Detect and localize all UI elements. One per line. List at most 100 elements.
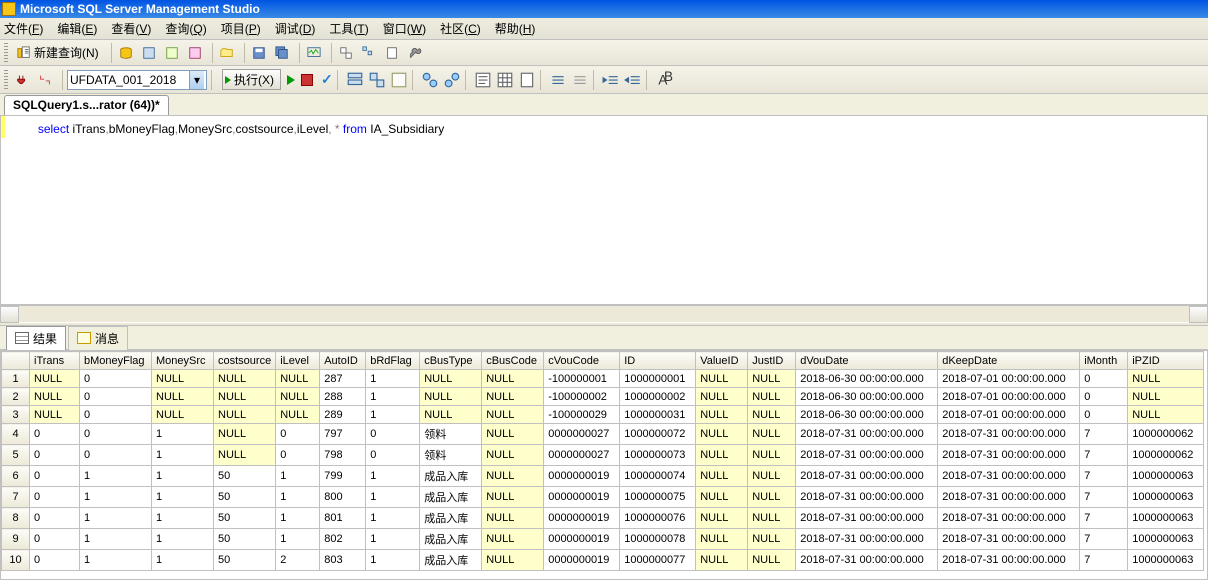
cell[interactable]: 0: [30, 487, 80, 508]
cell[interactable]: 1000000063: [1128, 466, 1204, 487]
cell[interactable]: 1: [276, 529, 320, 550]
cell[interactable]: 289: [320, 406, 366, 424]
cell[interactable]: NULL: [1128, 406, 1204, 424]
cell[interactable]: 1000000077: [620, 550, 696, 571]
row-number[interactable]: 5: [2, 445, 30, 466]
messages-tab[interactable]: 消息: [68, 326, 128, 350]
cell[interactable]: 0000000019: [544, 466, 620, 487]
include-plan-button[interactable]: [421, 71, 439, 89]
row-header-corner[interactable]: [2, 352, 30, 370]
cell[interactable]: 2018-07-31 00:00:00.000: [938, 445, 1080, 466]
cell[interactable]: 1: [152, 529, 214, 550]
cell[interactable]: NULL: [482, 388, 544, 406]
cell[interactable]: NULL: [1128, 370, 1204, 388]
cell[interactable]: 2018-07-01 00:00:00.000: [938, 370, 1080, 388]
cell[interactable]: NULL: [482, 550, 544, 571]
column-header[interactable]: dKeepDate: [938, 352, 1080, 370]
cell[interactable]: 799: [320, 466, 366, 487]
cell[interactable]: NULL: [482, 508, 544, 529]
cell[interactable]: 0: [276, 424, 320, 445]
cell[interactable]: 2018-06-30 00:00:00.000: [796, 406, 938, 424]
cell[interactable]: NULL: [696, 529, 748, 550]
cell[interactable]: 成品入库: [420, 487, 482, 508]
cell[interactable]: 2018-07-31 00:00:00.000: [938, 508, 1080, 529]
cell[interactable]: 0: [80, 388, 152, 406]
database-dropdown[interactable]: UFDATA_001_2018 ▾: [67, 70, 207, 90]
cell[interactable]: NULL: [1128, 388, 1204, 406]
cell[interactable]: 800: [320, 487, 366, 508]
cell[interactable]: 7: [1080, 529, 1128, 550]
cell[interactable]: 0: [276, 445, 320, 466]
cell[interactable]: NULL: [696, 424, 748, 445]
results-text-button[interactable]: [474, 71, 492, 89]
cell[interactable]: 0000000027: [544, 424, 620, 445]
cell[interactable]: NULL: [152, 388, 214, 406]
column-header[interactable]: MoneySrc: [152, 352, 214, 370]
column-header[interactable]: cBusCode: [482, 352, 544, 370]
cell[interactable]: 0: [30, 529, 80, 550]
cell[interactable]: 领料: [420, 445, 482, 466]
increase-indent-button[interactable]: [624, 71, 642, 89]
cell[interactable]: 0: [80, 406, 152, 424]
cell[interactable]: NULL: [696, 406, 748, 424]
cell[interactable]: 1: [276, 487, 320, 508]
cell[interactable]: NULL: [420, 406, 482, 424]
cell[interactable]: NULL: [482, 466, 544, 487]
cell[interactable]: NULL: [30, 406, 80, 424]
cell[interactable]: 50: [214, 487, 276, 508]
cell[interactable]: 1000000031: [620, 406, 696, 424]
activity-monitor-button[interactable]: [304, 43, 324, 63]
cell[interactable]: 7: [1080, 508, 1128, 529]
menu-item[interactable]: 帮助(H): [495, 20, 536, 37]
new-query-button[interactable]: 新建查询(N): [12, 43, 104, 63]
cell[interactable]: 2018-07-31 00:00:00.000: [796, 508, 938, 529]
comment-button[interactable]: [549, 71, 567, 89]
include-stats-button[interactable]: [443, 71, 461, 89]
cell[interactable]: 0000000019: [544, 550, 620, 571]
cell[interactable]: 0: [30, 550, 80, 571]
specify-values-button[interactable]: AB: [655, 71, 673, 89]
cell[interactable]: NULL: [482, 370, 544, 388]
cell[interactable]: NULL: [214, 424, 276, 445]
intellisense-button[interactable]: [390, 71, 408, 89]
cell[interactable]: NULL: [30, 388, 80, 406]
menu-item[interactable]: 项目(P): [221, 20, 261, 37]
cell[interactable]: 0: [30, 466, 80, 487]
cell[interactable]: 2018-06-30 00:00:00.000: [796, 388, 938, 406]
cell[interactable]: 50: [214, 550, 276, 571]
cell[interactable]: NULL: [696, 466, 748, 487]
cell[interactable]: NULL: [214, 445, 276, 466]
connect-button[interactable]: [12, 70, 32, 90]
row-number[interactable]: 4: [2, 424, 30, 445]
cell[interactable]: 0000000019: [544, 508, 620, 529]
cell[interactable]: NULL: [748, 370, 796, 388]
cell[interactable]: 0: [366, 445, 420, 466]
menu-item[interactable]: 文件(F): [4, 20, 43, 37]
decrease-indent-button[interactable]: [602, 71, 620, 89]
cell[interactable]: 1000000063: [1128, 487, 1204, 508]
cell[interactable]: 1000000002: [620, 388, 696, 406]
cell[interactable]: 0: [80, 445, 152, 466]
change-connection-button[interactable]: [35, 70, 55, 90]
open-button[interactable]: [217, 43, 237, 63]
column-header[interactable]: cBusType: [420, 352, 482, 370]
cell[interactable]: NULL: [748, 388, 796, 406]
column-header[interactable]: cVouCode: [544, 352, 620, 370]
column-header[interactable]: bRdFlag: [366, 352, 420, 370]
cell[interactable]: 0: [1080, 370, 1128, 388]
cell[interactable]: 1: [366, 529, 420, 550]
row-number[interactable]: 3: [2, 406, 30, 424]
cell[interactable]: 0: [1080, 388, 1128, 406]
cell[interactable]: 798: [320, 445, 366, 466]
cell[interactable]: 成品入库: [420, 466, 482, 487]
cell[interactable]: 0000000019: [544, 529, 620, 550]
results-grid-button[interactable]: [496, 71, 514, 89]
results-grid[interactable]: iTransbMoneyFlagMoneySrccostsourceiLevel…: [0, 350, 1208, 580]
cell[interactable]: 1000000075: [620, 487, 696, 508]
menu-item[interactable]: 查看(V): [111, 20, 151, 37]
cell[interactable]: 1000000063: [1128, 508, 1204, 529]
cell[interactable]: 1: [366, 370, 420, 388]
uncomment-button[interactable]: [571, 71, 589, 89]
cell[interactable]: 1: [80, 466, 152, 487]
cell[interactable]: 1: [152, 466, 214, 487]
